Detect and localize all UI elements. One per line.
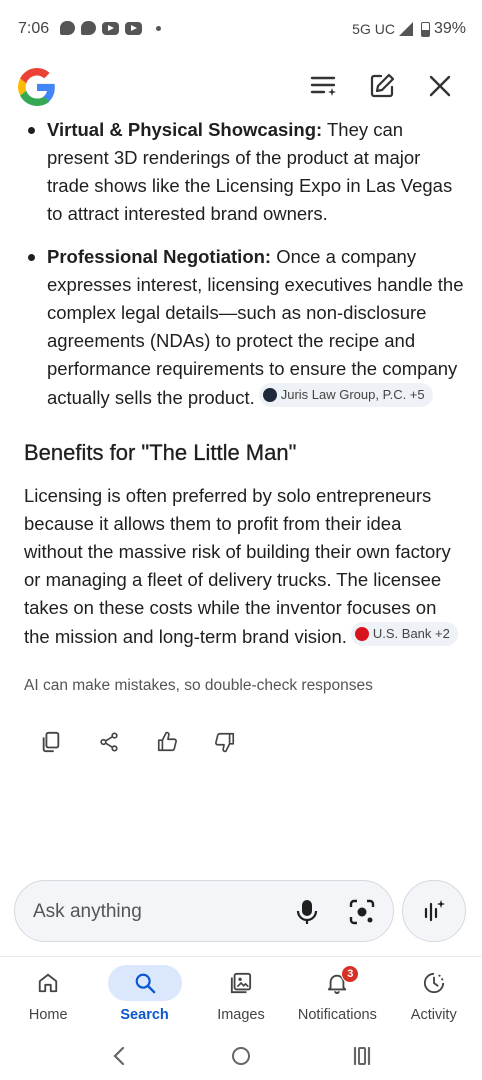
- ask-input[interactable]: Ask anything: [33, 901, 142, 923]
- copy-icon[interactable]: [40, 731, 62, 753]
- nav-pill: 3: [300, 965, 374, 1001]
- network-label: 5G UC: [352, 21, 395, 37]
- bullet-title: Professional Negotiation:: [47, 246, 272, 267]
- source-chip[interactable]: U.S. Bank +2: [350, 622, 458, 646]
- lens-icon[interactable]: [349, 899, 375, 925]
- list-icon[interactable]: [310, 72, 338, 100]
- bottom-nav: Home Search Images 3 Notifications Activ…: [0, 956, 482, 1028]
- disclaimer: AI can make mistakes, so double-check re…: [24, 677, 373, 694]
- ask-input-bar[interactable]: Ask anything: [14, 880, 394, 942]
- battery-icon: [420, 21, 430, 37]
- nav-label: Images: [217, 1007, 265, 1023]
- source-logo-icon: [262, 388, 277, 402]
- home-circle-icon[interactable]: [229, 1044, 253, 1068]
- youtube-icon: [102, 21, 119, 35]
- status-right: 5G UC 39%: [352, 20, 466, 38]
- share-icon[interactable]: [98, 731, 120, 753]
- bullet-list: Virtual & Physical Showcasing: They can …: [24, 116, 464, 412]
- top-actions: [310, 72, 454, 100]
- search-icon: [135, 973, 155, 994]
- status-time: 7:06: [18, 20, 50, 37]
- sparkle-icon: [424, 900, 445, 922]
- activity-icon: [423, 972, 444, 994]
- nav-label: Notifications: [297, 1007, 377, 1023]
- back-icon[interactable]: [108, 1044, 132, 1068]
- thumbs-down-icon[interactable]: [214, 731, 236, 753]
- google-g-logo: [18, 68, 55, 106]
- more-dot-icon: [156, 25, 161, 31]
- system-nav-bar: [0, 1032, 482, 1080]
- images-icon: [230, 972, 252, 994]
- status-bar: 7:06 5G UC 39%: [0, 0, 482, 60]
- top-bar: [0, 64, 482, 112]
- bullet-title: Virtual & Physical Showcasing:: [47, 119, 323, 140]
- chat-icon: [60, 21, 75, 35]
- section-paragraph: Licensing is often preferred by solo ent…: [24, 482, 464, 651]
- close-icon[interactable]: [426, 72, 454, 100]
- battery-percent: 39%: [433, 20, 466, 37]
- nav-home[interactable]: Home: [0, 957, 96, 1028]
- notification-icons: [60, 21, 161, 35]
- list-item: Professional Negotiation: Once a company…: [24, 243, 464, 412]
- ai-mode-button[interactable]: [402, 880, 466, 942]
- nav-search[interactable]: Search: [97, 957, 193, 1028]
- nav-notifications[interactable]: 3 Notifications: [289, 957, 385, 1028]
- nav-images[interactable]: Images: [193, 957, 289, 1028]
- thumbs-up-icon[interactable]: [156, 731, 178, 753]
- feedback-actions: [24, 731, 464, 753]
- source-logo-icon: [354, 627, 369, 641]
- mic-icon[interactable]: [295, 899, 319, 925]
- nav-label: Search: [120, 1007, 169, 1023]
- nav-label: Activity: [410, 1007, 457, 1023]
- source-label: Juris Law Group, P.C. +5: [280, 387, 425, 402]
- signal-icon: [398, 22, 413, 36]
- ai-response: Virtual & Physical Showcasing: They can …: [24, 116, 464, 753]
- nav-pill: [204, 965, 278, 1001]
- nav-label: Home: [28, 1007, 68, 1023]
- source-label: U.S. Bank +2: [372, 626, 450, 641]
- home-icon: [39, 973, 58, 993]
- notification-badge: 3: [341, 965, 360, 983]
- section-heading: Benefits for "The Little Man": [24, 440, 297, 465]
- nav-pill: [397, 965, 471, 1001]
- source-chip[interactable]: Juris Law Group, P.C. +5: [258, 383, 433, 407]
- nav-pill: [11, 965, 85, 1001]
- nav-pill: [107, 965, 182, 1001]
- list-item: Virtual & Physical Showcasing: They can …: [24, 116, 464, 228]
- messenger-icon: [81, 21, 96, 35]
- recents-icon[interactable]: [350, 1044, 374, 1068]
- nav-activity[interactable]: Activity: [386, 957, 482, 1028]
- youtube-icon: [125, 21, 142, 35]
- edit-icon[interactable]: [368, 72, 396, 100]
